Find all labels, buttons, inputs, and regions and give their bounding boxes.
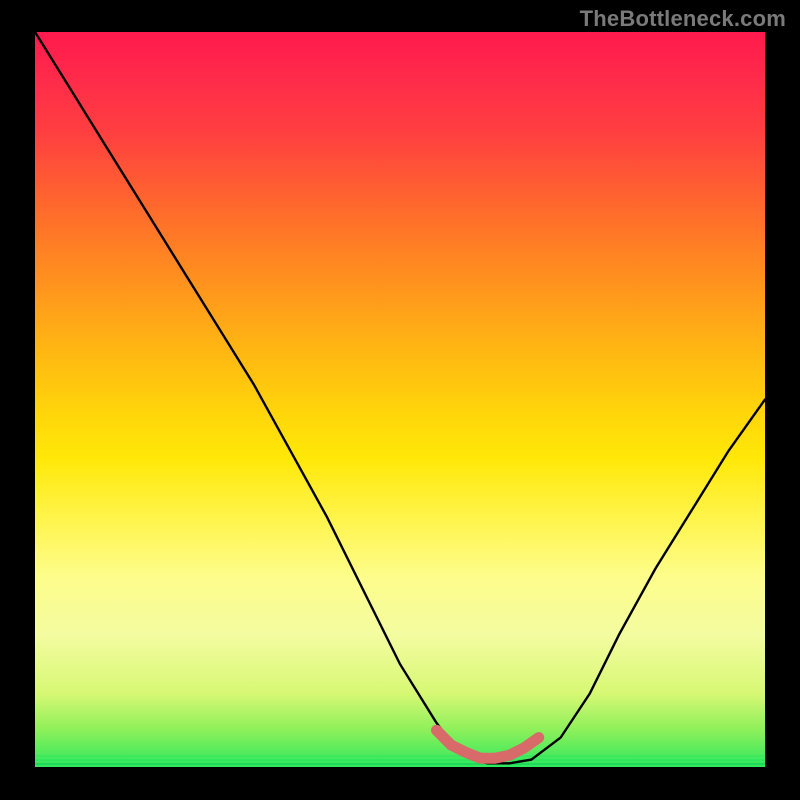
optimal-range-marker (437, 730, 539, 758)
watermark-text: TheBottleneck.com (580, 6, 786, 32)
bottleneck-curve-path (35, 32, 765, 763)
bottleneck-curve-svg (35, 32, 765, 767)
chart-frame: TheBottleneck.com (0, 0, 800, 800)
plot-area (35, 32, 765, 767)
